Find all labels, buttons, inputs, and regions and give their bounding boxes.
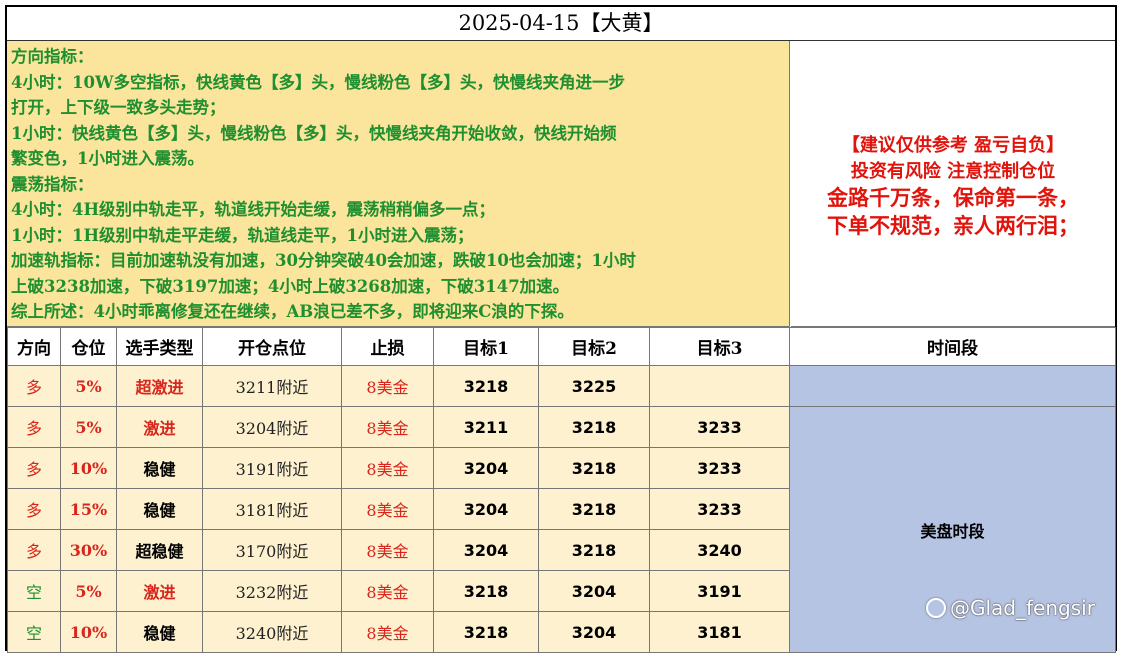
cell-position: 5%: [60, 406, 117, 448]
cell-target-2: 3218: [538, 488, 650, 530]
analysis-line: 上破3238加速，下破3197加速；4小时上破3268加速，下破3147加速。: [11, 276, 570, 296]
cell-stop-loss: 8美金: [341, 529, 434, 571]
analysis-line: 方向指标：: [11, 47, 94, 66]
cell-direction: 多: [7, 488, 61, 530]
analysis-line: 4小时：4H级别中轨走平，轨道线开始走缓，震荡稍稍偏多一点；: [11, 200, 496, 219]
cell-position: 10%: [60, 447, 117, 489]
analysis-panel: 方向指标： 4小时：10W多空指标，快线黄色【多】头，慢线粉色【多】头，快慢线夹…: [7, 41, 790, 327]
cell-target-3: [649, 365, 790, 407]
cell-trader-type: 超激进: [116, 365, 203, 407]
cell-trader-type: 激进: [116, 406, 203, 448]
cell-target-2: 3218: [538, 406, 650, 448]
header-trader-type: 选手类型: [116, 327, 203, 366]
analysis-line: 1小时：1H级别中轨走平走缓，轨道线走平，1小时进入震荡；: [11, 225, 474, 245]
cell-entry: 3240附近: [202, 611, 342, 653]
cell-direction: 多: [7, 529, 61, 571]
cell-entry: 3232附近: [202, 570, 342, 612]
header-stop-loss: 止损: [341, 327, 434, 366]
header-target-1: 目标1: [433, 327, 539, 366]
cell-entry: 3181附近: [202, 488, 342, 530]
table-header-row: 方向 仓位 选手类型 开仓点位 止损 目标1 目标2 目标3 时间段: [7, 327, 1116, 366]
analysis-line: 1小时：快线黄色【多】头，慢线粉色【多】头，快慢线夹角开始收敛，快线开始频: [11, 123, 617, 143]
cell-direction: 多: [7, 447, 61, 489]
cell-entry: 3211附近: [202, 365, 342, 407]
warning-line-1: 【建议仅供参考 盈亏自负】: [841, 135, 1065, 156]
cell-stop-loss: 8美金: [341, 447, 434, 489]
cell-time-empty: [789, 365, 1116, 407]
cell-position: 5%: [60, 570, 117, 612]
warning-line-3: 金路千万条，保命第一条，: [827, 185, 1079, 210]
analysis-line: 震荡指标：: [11, 174, 94, 194]
cell-direction: 空: [7, 611, 61, 653]
cell-stop-loss: 8美金: [341, 611, 434, 653]
cell-entry: 3170附近: [202, 529, 342, 571]
warning-line-4: 下单不规范，亲人两行泪；: [827, 213, 1079, 238]
cell-target-1: 3204: [433, 488, 539, 530]
cell-target-3: 3181: [649, 611, 790, 653]
risk-warning-panel: 【建议仅供参考 盈亏自负】 投资有风险 注意控制仓位 金路千万条，保命第一条， …: [791, 41, 1115, 327]
cell-stop-loss: 8美金: [341, 570, 434, 612]
cell-stop-loss: 8美金: [341, 488, 434, 530]
header-target-2: 目标2: [538, 327, 650, 366]
cell-target-2: 3218: [538, 529, 650, 571]
cell-trader-type: 稳健: [116, 611, 203, 653]
cell-target-3: 3191: [649, 570, 790, 612]
cell-target-1: 3211: [433, 406, 539, 448]
cell-target-2: 3204: [538, 570, 650, 612]
cell-trader-type: 激进: [116, 570, 203, 612]
cell-direction: 多: [7, 365, 61, 407]
header-time-period: 时间段: [789, 327, 1116, 366]
analysis-line: 打开，上下级一致多头走势；: [11, 98, 226, 117]
cell-target-3: 3240: [649, 529, 790, 571]
cell-direction: 空: [7, 570, 61, 612]
cell-target-3: 3233: [649, 406, 790, 448]
cell-target-3: 3233: [649, 447, 790, 489]
analysis-line: 4小时：10W多空指标，快线黄色【多】头，慢线粉色【多】头，快慢线夹角进一步: [11, 72, 625, 92]
strategy-sheet: 2025-04-15【大黄】 方向指标： 4小时：10W多空指标，快线黄色【多】…: [5, 5, 1117, 653]
cell-stop-loss: 8美金: [341, 365, 434, 407]
cell-position: 10%: [60, 611, 117, 653]
cell-direction: 多: [7, 406, 61, 448]
cell-position: 30%: [60, 529, 117, 571]
table-row: 多 5% 超激进 3211附近 8美金 3218 3225: [7, 365, 1116, 407]
table-row: 多 5% 激进 3204附近 8美金 3211 3218 3233 美盘时段: [7, 406, 1116, 653]
cell-stop-loss: 8美金: [341, 406, 434, 448]
cell-target-2: 3218: [538, 447, 650, 489]
header-direction: 方向: [7, 327, 61, 366]
analysis-line: 综上所述：4小时乖离修复还在继续，AB浪已差不多，即将迎来C浪的下探。: [11, 302, 574, 321]
cell-trader-type: 超稳健: [116, 529, 203, 571]
cell-trader-type: 稳健: [116, 488, 203, 530]
cell-target-1: 3204: [433, 529, 539, 571]
cell-target-1: 3218: [433, 365, 539, 407]
header-entry: 开仓点位: [202, 327, 342, 366]
header-target-3: 目标3: [649, 327, 790, 366]
cell-entry: 3204附近: [202, 406, 342, 448]
analysis-line: 繁变色，1小时进入震荡。: [11, 149, 204, 168]
cell-target-2: 3204: [538, 611, 650, 653]
cell-target-1: 3204: [433, 447, 539, 489]
cell-target-3: 3233: [649, 488, 790, 530]
analysis-line: 加速轨指标：目前加速轨没有加速，30分钟突破40会加速，跌破10也会加速；1小时: [11, 251, 636, 270]
cell-position: 5%: [60, 365, 117, 407]
sheet-title: 2025-04-15【大黄】: [7, 7, 1115, 41]
cell-trader-type: 稳健: [116, 447, 203, 489]
watermark-text: @Glad_fengsir: [950, 596, 1095, 620]
cell-target-2: 3225: [538, 365, 650, 407]
cell-target-1: 3218: [433, 611, 539, 653]
cell-entry: 3191附近: [202, 447, 342, 489]
cell-target-1: 3218: [433, 570, 539, 612]
header-position: 仓位: [60, 327, 117, 366]
weibo-logo-icon: [926, 598, 946, 618]
warning-line-2: 投资有风险 注意控制仓位: [850, 161, 1056, 182]
watermark: @Glad_fengsir: [926, 596, 1095, 620]
cell-position: 15%: [60, 488, 117, 530]
